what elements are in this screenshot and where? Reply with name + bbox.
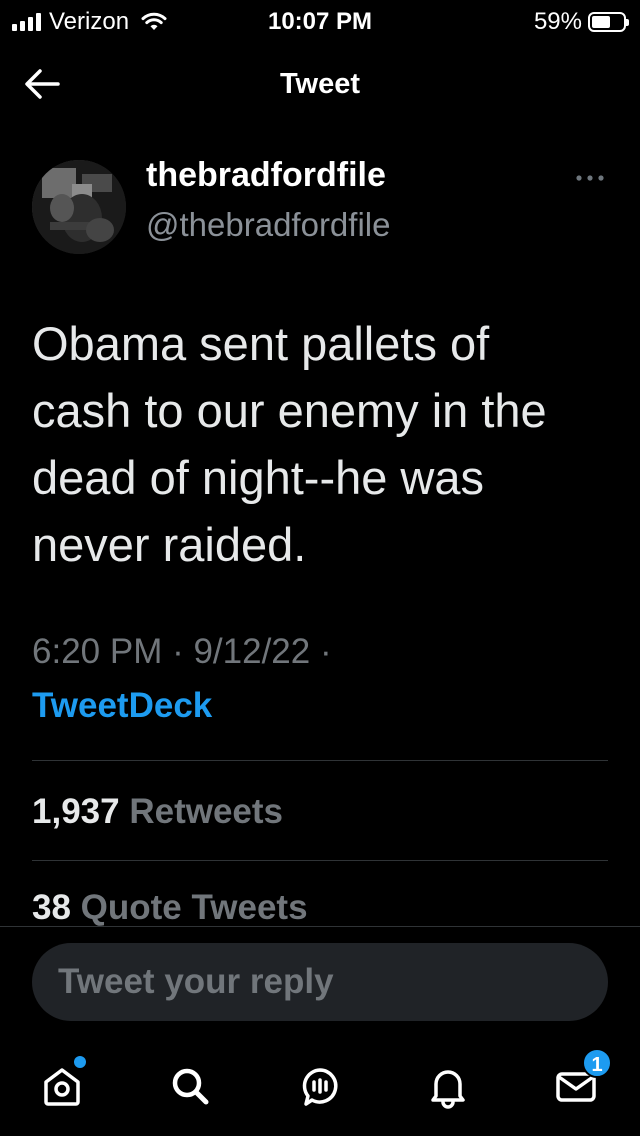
quote-tweets-count: 38 — [32, 888, 71, 927]
battery-icon — [588, 12, 629, 32]
divider — [32, 860, 608, 861]
retweets-label: Retweets — [129, 792, 283, 831]
nav-search[interactable] — [162, 1058, 218, 1114]
status-right: 59% — [533, 8, 629, 36]
home-new-dot — [74, 1056, 86, 1068]
quote-tweets-stat[interactable]: 38 Quote Tweets — [32, 888, 308, 928]
page-title: Tweet — [279, 68, 361, 100]
reply-bar — [0, 926, 640, 1037]
divider — [32, 760, 608, 761]
author-handle[interactable]: @thebradfordfile — [146, 206, 390, 244]
tweet-text-line: dead of night--he was — [32, 451, 485, 504]
avatar-photo — [32, 160, 126, 254]
tweet-text-line: never raided. — [32, 518, 307, 571]
notifications-icon — [431, 1070, 465, 1109]
tweet-timestamp[interactable]: 6:20 PM · 9/12/22 · — [32, 632, 332, 672]
more-icon — [576, 175, 604, 181]
nav-spaces[interactable] — [292, 1058, 348, 1114]
status-bar: Verizon 10:07 PM 59% — [0, 0, 640, 40]
header: Tweet — [0, 52, 640, 116]
retweets-count: 1,937 — [32, 792, 120, 831]
tweet-text-line: Obama sent pallets of — [32, 317, 490, 370]
bottom-nav: 1 — [0, 1036, 640, 1136]
search-icon — [172, 1068, 209, 1105]
tweet-source-link[interactable]: TweetDeck — [32, 686, 212, 726]
spaces-icon — [302, 1068, 338, 1106]
author-name[interactable]: thebradfordfile — [146, 156, 386, 195]
retweets-stat[interactable]: 1,937 Retweets — [32, 792, 283, 832]
tweet-text: Obama sent pallets of cash to our enemy … — [32, 310, 622, 578]
nav-home[interactable] — [34, 1056, 90, 1114]
battery-level — [592, 16, 610, 28]
more-options-button[interactable] — [574, 170, 606, 186]
nav-notifications[interactable] — [420, 1058, 476, 1114]
nav-messages[interactable]: 1 — [548, 1048, 612, 1114]
reply-input[interactable] — [32, 943, 608, 1021]
tweet-text-line: cash to our enemy in the — [32, 384, 547, 437]
battery-percent: 59% — [533, 8, 582, 35]
messages-badge: 1 — [582, 1048, 612, 1078]
avatar[interactable] — [32, 160, 126, 254]
quote-tweets-label: Quote Tweets — [80, 888, 308, 927]
